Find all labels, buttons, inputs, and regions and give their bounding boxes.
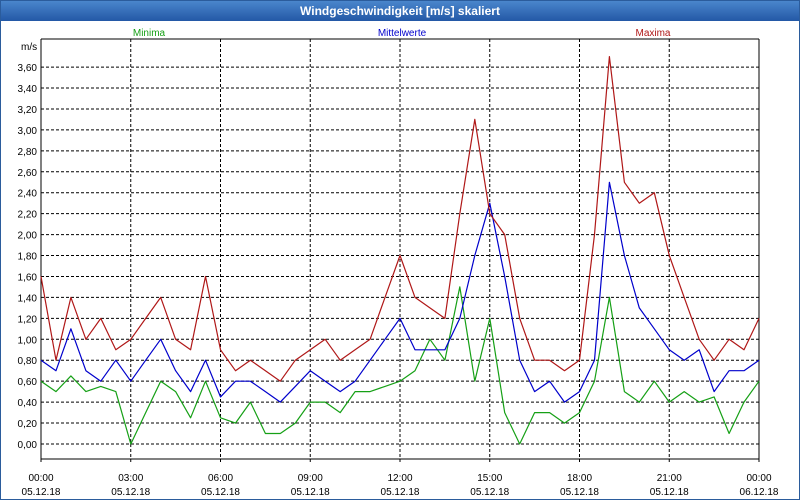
x-tick-time: 09:00 bbox=[298, 473, 323, 484]
x-tick-date: 05.12.18 bbox=[201, 487, 240, 498]
x-tick-time: 06:00 bbox=[208, 473, 233, 484]
x-tick-date: 05.12.18 bbox=[291, 487, 330, 498]
y-tick-label: 1,40 bbox=[18, 293, 38, 304]
y-tick-label: 2,00 bbox=[18, 231, 38, 242]
y-tick-label: 3,40 bbox=[18, 84, 38, 95]
y-tick-label: 0,40 bbox=[18, 398, 38, 409]
y-tick-label: 1,60 bbox=[18, 272, 38, 283]
x-tick-labels: 00:00 05.12.18 03:00 05.12.18 06:00 05.12.18 0… bbox=[22, 459, 779, 498]
x-tick-date: 05.12.18 bbox=[650, 487, 689, 498]
legend-minima: Minima bbox=[133, 28, 166, 39]
x-tick-date: 05.12.18 bbox=[381, 487, 420, 498]
y-tick-label: 0,80 bbox=[18, 356, 38, 367]
y-axis-unit-label: m/s bbox=[21, 42, 37, 53]
legend-mittelwerte: Mittelwerte bbox=[378, 28, 427, 39]
y-tick-label: 0,60 bbox=[18, 377, 38, 388]
x-tick-time: 12:00 bbox=[387, 473, 412, 484]
x-tick-date: 05.12.18 bbox=[470, 487, 509, 498]
y-tick-label: 1,00 bbox=[18, 335, 38, 346]
y-tick-label: 0,20 bbox=[18, 419, 38, 430]
y-tick-label: 3,60 bbox=[18, 63, 38, 74]
x-tick-time: 03:00 bbox=[118, 473, 143, 484]
x-tick-date: 06.12.18 bbox=[740, 487, 779, 498]
legend-maxima: Maxima bbox=[635, 28, 670, 39]
y-tick-labels: 0,00 0,20 0,40 0,60 0,80 1,00 1,20 1,40 1,60 1,80… bbox=[18, 63, 38, 451]
x-tick-date: 05.12.18 bbox=[560, 487, 599, 498]
y-tick-label: 2,80 bbox=[18, 147, 38, 158]
grid-lines bbox=[41, 39, 759, 459]
y-tick-label: 2,40 bbox=[18, 189, 38, 200]
x-tick-time: 00:00 bbox=[28, 473, 53, 484]
x-tick-date: 05.12.18 bbox=[111, 487, 150, 498]
chart-window: Windgeschwindigkeit [m/s] skaliert 0,00 0… bbox=[0, 0, 800, 500]
y-tick-label: 3,20 bbox=[18, 105, 38, 116]
x-tick-date: 05.12.18 bbox=[22, 487, 61, 498]
y-tick-label: 3,00 bbox=[18, 126, 38, 137]
x-tick-time: 00:00 bbox=[746, 473, 771, 484]
y-tick-label: 1,20 bbox=[18, 314, 38, 325]
y-tick-label: 2,20 bbox=[18, 210, 38, 221]
x-tick-time: 18:00 bbox=[567, 473, 592, 484]
x-tick-time: 15:00 bbox=[477, 473, 502, 484]
y-tick-label: 1,80 bbox=[18, 252, 38, 263]
y-tick-label: 0,00 bbox=[18, 440, 38, 451]
chart-canvas: 0,00 0,20 0,40 0,60 0,80 1,00 1,20 1,40 1,60 1,80… bbox=[18, 28, 779, 498]
y-tick-label: 2,60 bbox=[18, 168, 38, 179]
x-tick-time: 21:00 bbox=[657, 473, 682, 484]
